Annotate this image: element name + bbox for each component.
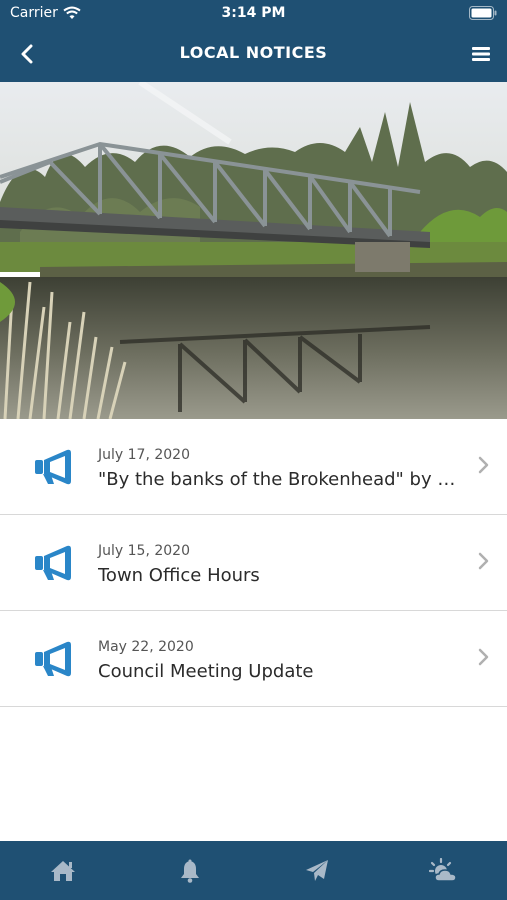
tab-notifications[interactable] <box>127 841 254 900</box>
bridge-photo <box>0 82 507 419</box>
tab-send[interactable] <box>254 841 381 900</box>
tab-bar <box>0 841 507 900</box>
notices-list: July 17, 2020 "By the banks of the Broke… <box>0 419 507 707</box>
tab-weather[interactable] <box>380 841 507 900</box>
list-item[interactable]: July 15, 2020 Town Office Hours <box>0 515 507 611</box>
nav-bar: LOCAL NOTICES <box>0 26 507 82</box>
home-icon <box>51 860 76 881</box>
hamburger-menu-icon <box>472 47 490 61</box>
notice-title: Council Meeting Update <box>98 661 314 682</box>
weather-sun-cloud-icon <box>428 857 457 882</box>
tab-home[interactable] <box>0 841 127 900</box>
notice-title: "By the banks of the Brokenhead" by K... <box>98 469 460 490</box>
megaphone-icon <box>35 449 71 485</box>
paper-plane-icon <box>305 859 328 881</box>
megaphone-icon <box>35 641 71 677</box>
notice-date: May 22, 2020 <box>98 639 194 655</box>
hero-image <box>0 82 507 419</box>
notice-date: July 17, 2020 <box>98 447 190 463</box>
bell-icon <box>181 859 200 883</box>
notice-date: July 15, 2020 <box>98 543 190 559</box>
list-item[interactable]: May 22, 2020 Council Meeting Update <box>0 611 507 707</box>
notice-title: Town Office Hours <box>98 565 260 586</box>
chevron-right-icon <box>478 648 489 666</box>
battery-icon <box>469 6 497 20</box>
megaphone-icon <box>35 545 71 581</box>
status-time: 3:14 PM <box>221 5 286 21</box>
chevron-right-icon <box>478 456 489 474</box>
status-bar: Carrier 3:14 PM <box>0 0 507 26</box>
menu-button[interactable] <box>469 42 493 66</box>
list-item[interactable]: July 17, 2020 "By the banks of the Broke… <box>0 419 507 515</box>
chevron-right-icon <box>478 552 489 570</box>
page-title: LOCAL NOTICES <box>179 43 328 62</box>
